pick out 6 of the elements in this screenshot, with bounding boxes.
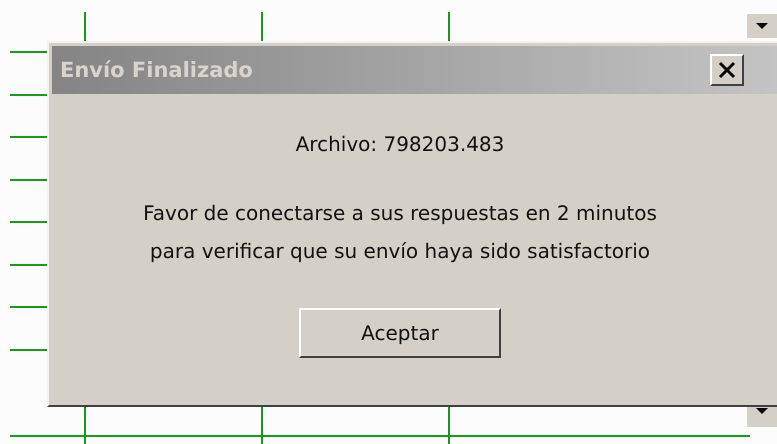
close-button[interactable]	[710, 54, 744, 86]
accept-button[interactable]: Aceptar	[299, 308, 501, 358]
message-text: Favor de conectarse a sus respuestas en 2 minutos para verificar que su envío haya sido satisfactorio	[143, 200, 657, 265]
window-title: Envío Finalizado	[60, 58, 253, 82]
close-icon	[717, 61, 737, 79]
file-label: Archivo: 798203.483	[296, 132, 504, 156]
